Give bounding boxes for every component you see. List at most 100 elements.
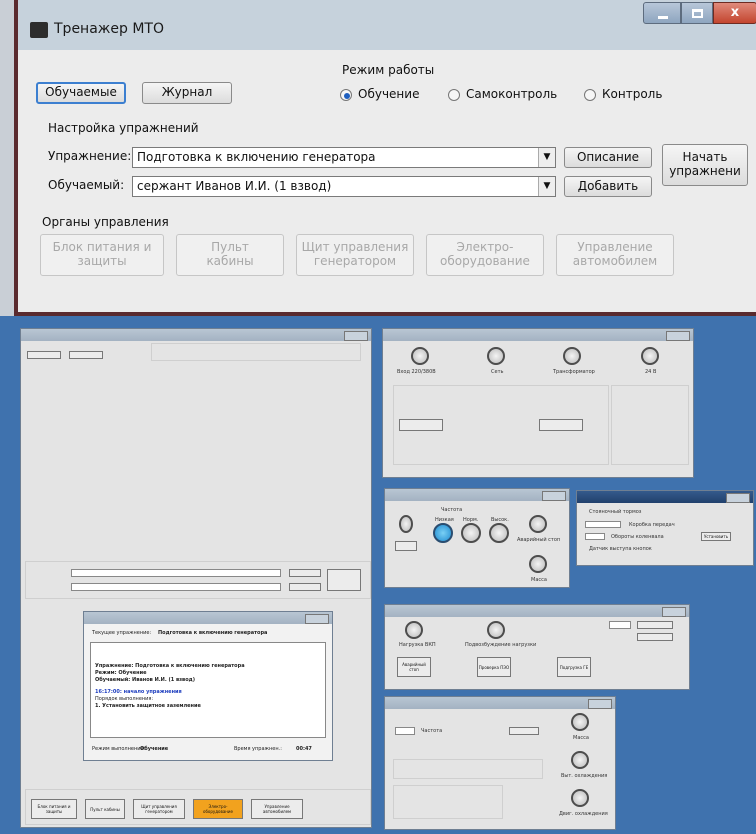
generator-panel-button[interactable]: Щит управления генератором	[296, 234, 414, 276]
cab-high-knob[interactable]	[489, 523, 509, 543]
gen-load-knob[interactable]	[405, 621, 423, 639]
mini-log-title-bar	[84, 612, 332, 624]
log-task-title: Текущее упражнение:	[92, 630, 152, 636]
gen-peo-button[interactable]: Проверка ПЭО	[477, 657, 511, 677]
power-transformer-label: Трансформатор	[553, 369, 595, 375]
mode-option-selfcontrol: Самоконтроль	[466, 87, 558, 101]
mini-electrical-button[interactable]: Электро-оборудование	[193, 799, 243, 819]
elec-mass-label: Масса	[573, 735, 589, 741]
elec-engine-label: Двиг. охлаждения	[559, 811, 608, 817]
elec-net-knob[interactable]	[571, 751, 589, 769]
mini-main-window: Текущее упражнение: Подготовка к включен…	[20, 328, 372, 828]
log-text-area: Упражнение: Подготовка к включению генер…	[90, 642, 326, 738]
exercise-label: Упражнение:	[48, 149, 132, 163]
vehicle-brake-label: Стояночный тормоз	[589, 509, 642, 515]
gen-excite-label: Подвозбуждение нагрузки	[465, 642, 537, 648]
chevron-down-icon: ▼	[538, 177, 555, 196]
cab-high-label: Высок.	[491, 517, 509, 523]
power-24v-knob[interactable]	[641, 347, 659, 365]
exercise-select[interactable]: Подготовка к включению генератора ▼	[132, 147, 556, 168]
description-button[interactable]: Описание	[564, 147, 652, 168]
cab-small-knob[interactable]	[399, 515, 413, 533]
elec-temp-group	[393, 759, 543, 779]
cab-button[interactable]	[395, 541, 417, 551]
trainee-select[interactable]: сержант Иванов И.И. (1 взвод) ▼	[132, 176, 556, 197]
journal-button[interactable]: Журнал	[142, 82, 232, 104]
window-controls-icon	[726, 493, 750, 503]
mode-radio-selfcontrol[interactable]	[448, 89, 460, 101]
gen-emergency-button[interactable]: Аварийный стоп	[397, 657, 431, 677]
power-unit-button[interactable]: Блок питания и защиты	[40, 234, 164, 276]
mini-start-button[interactable]	[327, 569, 361, 591]
mode-radio-training[interactable]	[340, 89, 352, 101]
mode-radio-control[interactable]	[584, 89, 596, 101]
minimize-button[interactable]	[643, 2, 681, 24]
vehicle-rpm-label: Обороты коленвала	[611, 534, 664, 540]
elec-frequency-field[interactable]	[395, 727, 415, 735]
mini-cab-button[interactable]: Пульт кабины	[85, 799, 125, 819]
mini-log-window: Текущее упражнение: Подготовка к включен…	[83, 611, 333, 761]
app-icon	[30, 22, 48, 38]
mini-trainees-button[interactable]	[27, 351, 61, 359]
power-check-button[interactable]	[539, 419, 583, 431]
gen-set-button[interactable]	[637, 621, 673, 629]
power-on-button[interactable]	[399, 419, 443, 431]
vehicle-sensor-label: Датчик выступа кнопок	[589, 546, 652, 552]
main-window: Тренажер МТО x Обучаемые Журнал Режим ра…	[14, 0, 756, 316]
cab-emergency-knob[interactable]	[529, 515, 547, 533]
gen-voltage-field[interactable]	[609, 621, 631, 629]
gen-check-button[interactable]	[637, 633, 673, 641]
power-input-knob[interactable]	[411, 347, 429, 365]
cab-emergency-label: Аварийный стоп	[517, 537, 561, 543]
elec-mass-knob[interactable]	[571, 713, 589, 731]
cab-mass-knob[interactable]	[529, 555, 547, 573]
cab-low-knob[interactable]	[433, 523, 453, 543]
elec-lighting-group	[393, 785, 503, 819]
mini-generator-title-bar	[385, 605, 689, 617]
power-transformer-knob[interactable]	[563, 347, 581, 365]
elec-set-button[interactable]	[509, 727, 539, 735]
add-trainee-button[interactable]: Добавить	[564, 176, 652, 197]
mini-exercise-select[interactable]	[71, 569, 281, 577]
mini-journal-button[interactable]	[69, 351, 103, 359]
vehicle-gear-select[interactable]	[585, 521, 621, 528]
cab-norm-knob[interactable]	[461, 523, 481, 543]
window-title: Тренажер МТО	[54, 21, 164, 37]
close-button[interactable]: x	[713, 2, 756, 24]
mini-add-button[interactable]	[289, 583, 321, 591]
window-controls-icon	[662, 607, 686, 617]
mini-generator-button[interactable]: Щит управления генератором	[133, 799, 185, 819]
window-controls-icon	[588, 699, 612, 709]
vehicle-set-button[interactable]: Установить	[701, 532, 731, 541]
mini-vehicle-button[interactable]: Управление автомобилем	[251, 799, 303, 819]
window-controls-icon	[305, 614, 329, 624]
power-network-knob[interactable]	[487, 347, 505, 365]
elec-engine-knob[interactable]	[571, 789, 589, 807]
gen-ge-button[interactable]: Подгрузка ГЕ	[557, 657, 591, 677]
gen-excite-knob[interactable]	[487, 621, 505, 639]
mini-trainee-select[interactable]	[71, 583, 281, 591]
mini-cab-window: Частота Низкая Норм. Высок. Аварийный ст…	[384, 488, 570, 588]
window-controls-icon	[666, 331, 690, 341]
start-exercise-button[interactable]: Начать упражнени	[662, 144, 748, 186]
cab-panel-button[interactable]: Пульт кабины	[176, 234, 284, 276]
mini-power-button[interactable]: Блок питания и защиты	[31, 799, 77, 819]
trainees-button[interactable]: Обучаемые	[36, 82, 126, 104]
mini-settings-group	[25, 561, 371, 599]
controls-group-label: Органы управления	[42, 215, 169, 229]
mode-label: Режим работы	[342, 63, 435, 77]
window-controls-icon	[344, 331, 368, 341]
title-bar[interactable]: Тренажер МТО x	[18, 0, 756, 50]
vehicle-rpm-field[interactable]	[585, 533, 605, 540]
mini-power-title-bar	[383, 329, 693, 341]
log-mode-footer-value: Обучение	[140, 746, 169, 752]
mode-option-control: Контроль	[602, 87, 663, 101]
vehicle-control-button[interactable]: Управление автомобилем	[556, 234, 674, 276]
maximize-icon	[692, 9, 703, 18]
mini-description-button[interactable]	[289, 569, 321, 577]
electrical-button[interactable]: Электро-оборудование	[426, 234, 544, 276]
log-line: Упражнение: Подготовка к включению генер…	[95, 663, 245, 669]
mini-title-bar	[21, 329, 371, 341]
maximize-button[interactable]	[681, 2, 713, 24]
mini-generator-window: Нагрузка ВКП Подвозбуждение нагрузки Ава…	[384, 604, 690, 690]
